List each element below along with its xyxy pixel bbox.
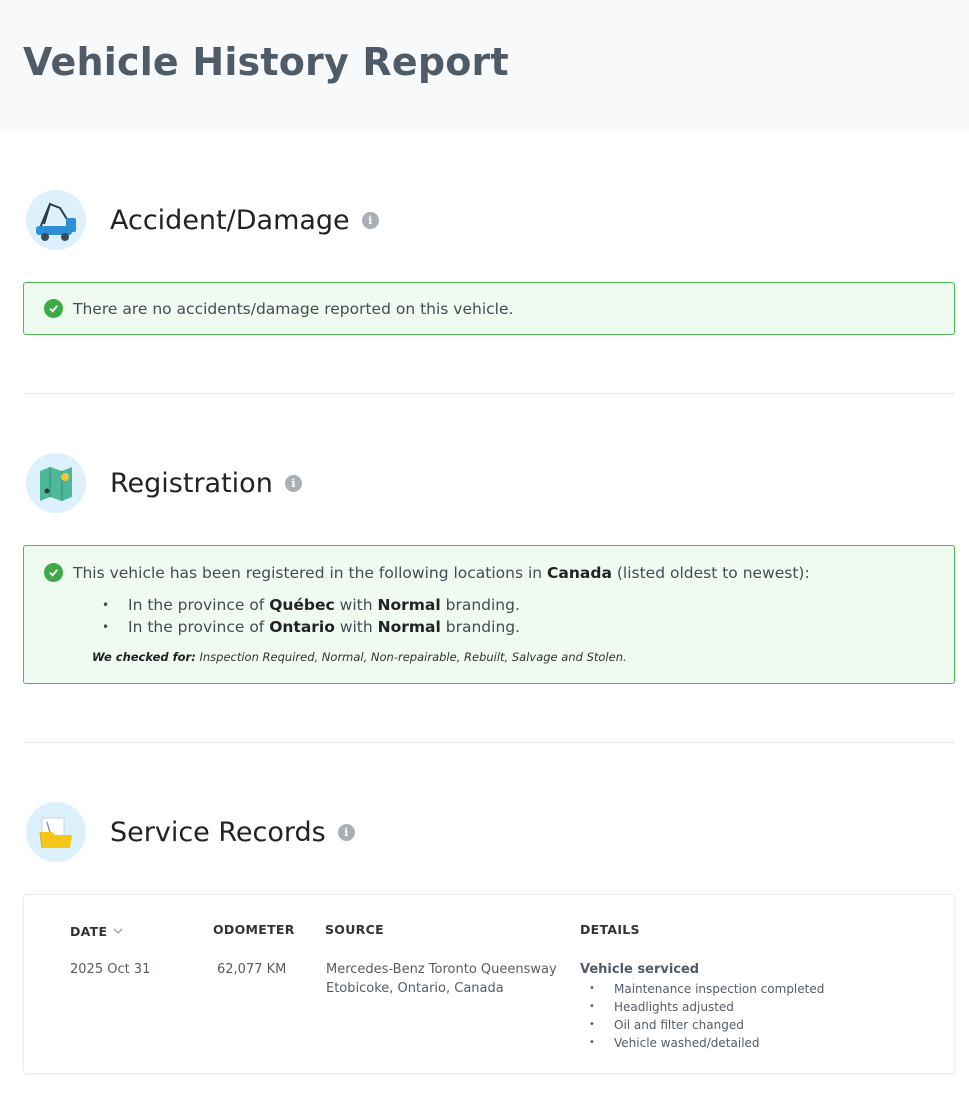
info-icon[interactable]: i: [284, 474, 302, 492]
record-source: Mercedes-Benz Toronto Queensway Etobicok…: [326, 962, 557, 996]
detail-title: Vehicle serviced: [580, 962, 700, 977]
service-section-header: Service Records i: [26, 802, 355, 862]
accident-alert: There are no accidents/damage reported o…: [23, 282, 955, 335]
map-icon: [26, 453, 86, 513]
check-circle-icon: [44, 299, 63, 318]
registration-intro: This vehicle has been registered in the …: [73, 563, 810, 582]
accident-title: Accident/Damage: [110, 204, 350, 236]
check-circle-icon: [44, 563, 63, 582]
section-divider: [23, 742, 955, 743]
list-item: In the province of Québec with Normal br…: [102, 594, 954, 616]
info-icon[interactable]: i: [337, 823, 355, 841]
tow-truck-icon: [26, 190, 86, 250]
chevron-down-icon[interactable]: [113, 922, 123, 937]
column-header-source: SOURCE: [325, 922, 384, 937]
list-item: Maintenance inspection completed: [580, 980, 824, 998]
page-title: Vehicle History Report: [23, 40, 509, 84]
accident-section-header: Accident/Damage i: [26, 190, 379, 250]
list-item: Oil and filter changed: [580, 1016, 824, 1034]
service-records-table: DATE ODOMETER SOURCE DETAILS 2025 Oct 31…: [23, 894, 955, 1074]
info-icon[interactable]: i: [361, 211, 379, 229]
list-item: In the province of Ontario with Normal b…: [102, 616, 954, 638]
record-details: Vehicle serviced Maintenance inspection …: [580, 960, 824, 1052]
registration-locations: In the province of Québec with Normal br…: [102, 594, 954, 638]
report-header: Vehicle History Report: [0, 0, 969, 131]
column-header-details: DETAILS: [580, 922, 640, 937]
record-date: 2025 Oct 31: [70, 962, 151, 977]
accident-message: There are no accidents/damage reported o…: [73, 299, 514, 318]
registration-alert: This vehicle has been registered in the …: [23, 545, 955, 684]
list-item: Headlights adjusted: [580, 998, 824, 1016]
list-item: Vehicle washed/detailed: [580, 1034, 824, 1052]
record-odometer: 62,077 KM: [217, 962, 287, 977]
registration-title: Registration: [110, 467, 273, 499]
folder-icon: [26, 802, 86, 862]
registration-section-header: Registration i: [26, 453, 302, 513]
service-title: Service Records: [110, 816, 326, 848]
checked-for-note: We checked for: Inspection Required, Nor…: [92, 650, 627, 664]
column-header-odometer: ODOMETER: [213, 922, 295, 937]
column-header-date[interactable]: DATE: [70, 922, 123, 939]
section-divider: [23, 393, 955, 394]
